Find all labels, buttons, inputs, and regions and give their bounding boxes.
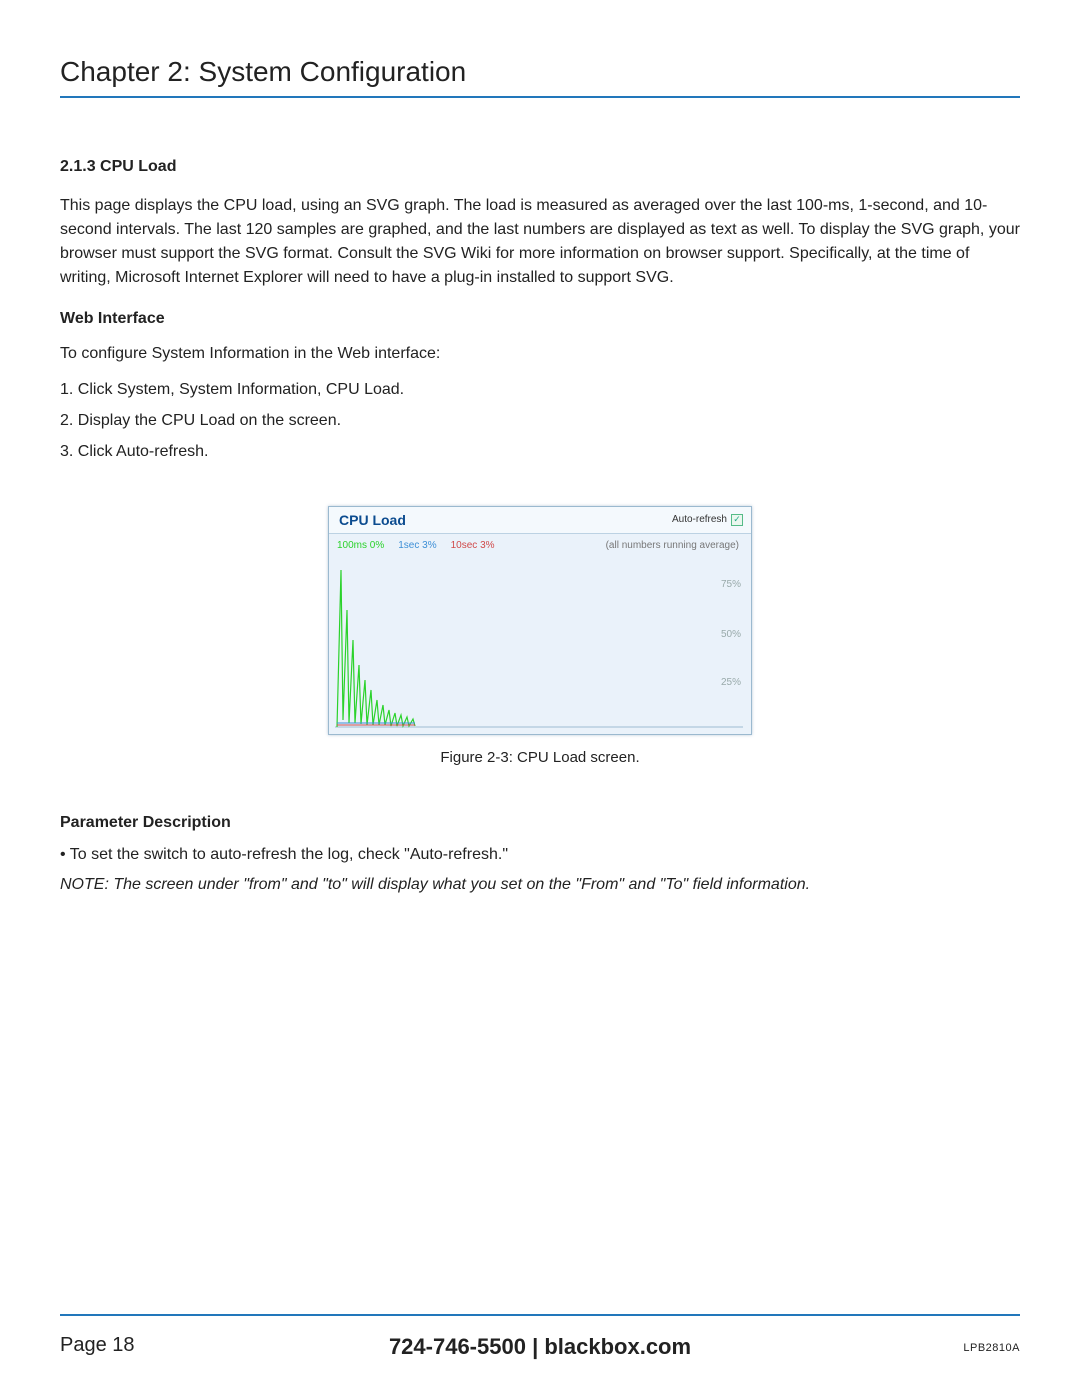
- step-item: 1. Click System, System Information, CPU…: [60, 376, 1020, 403]
- legend-1sec: 1sec 3%: [398, 540, 436, 551]
- cpu-load-panel: CPU Load Auto-refresh ✓ 100ms 0% 1sec 3%…: [328, 506, 752, 735]
- web-interface-lead: To configure System Information in the W…: [60, 342, 1020, 366]
- footer-model: LPB2810A: [963, 1342, 1020, 1354]
- page-footer: Page 18 724-746-5500 | blackbox.com LPB2…: [60, 1314, 1020, 1357]
- footer-contact: 724-746-5500 | blackbox.com: [389, 1334, 691, 1360]
- legend-note: (all numbers running average): [606, 540, 743, 551]
- section-number: 2.1.3 CPU Load: [60, 158, 1020, 176]
- auto-refresh-label: Auto-refresh: [672, 514, 727, 525]
- steps-list: 1. Click System, System Information, CPU…: [60, 376, 1020, 466]
- cpu-load-plot: 75% 50% 25%: [335, 555, 743, 730]
- parameter-description-heading: Parameter Description: [60, 814, 1020, 832]
- web-interface-heading: Web Interface: [60, 310, 1020, 328]
- intro-paragraph: This page displays the CPU load, using a…: [60, 194, 1020, 290]
- footer-page-number: Page 18: [60, 1334, 135, 1357]
- cpu-load-title: CPU Load: [339, 512, 406, 528]
- figure-caption: Figure 2-3: CPU Load screen.: [440, 749, 639, 766]
- footer-separator: |: [526, 1334, 544, 1359]
- step-item: 3. Click Auto-refresh.: [60, 438, 1020, 465]
- legend-10sec: 10sec 3%: [451, 540, 495, 551]
- parameter-bullet: • To set the switch to auto-refresh the …: [60, 846, 1020, 864]
- auto-refresh-checkbox[interactable]: ✓: [731, 514, 743, 526]
- auto-refresh-control[interactable]: Auto-refresh ✓: [672, 514, 743, 526]
- footer-site: blackbox.com: [544, 1334, 691, 1359]
- note-text: NOTE: The screen under "from" and "to" w…: [60, 876, 1020, 894]
- footer-phone: 724-746-5500: [389, 1334, 526, 1359]
- step-item: 2. Display the CPU Load on the screen.: [60, 407, 1020, 434]
- legend-100ms: 100ms 0%: [337, 540, 384, 551]
- chapter-title: Chapter 2: System Configuration: [60, 56, 1020, 98]
- cpu-load-chart: 100ms 0% 1sec 3% 10sec 3% (all numbers r…: [329, 533, 751, 734]
